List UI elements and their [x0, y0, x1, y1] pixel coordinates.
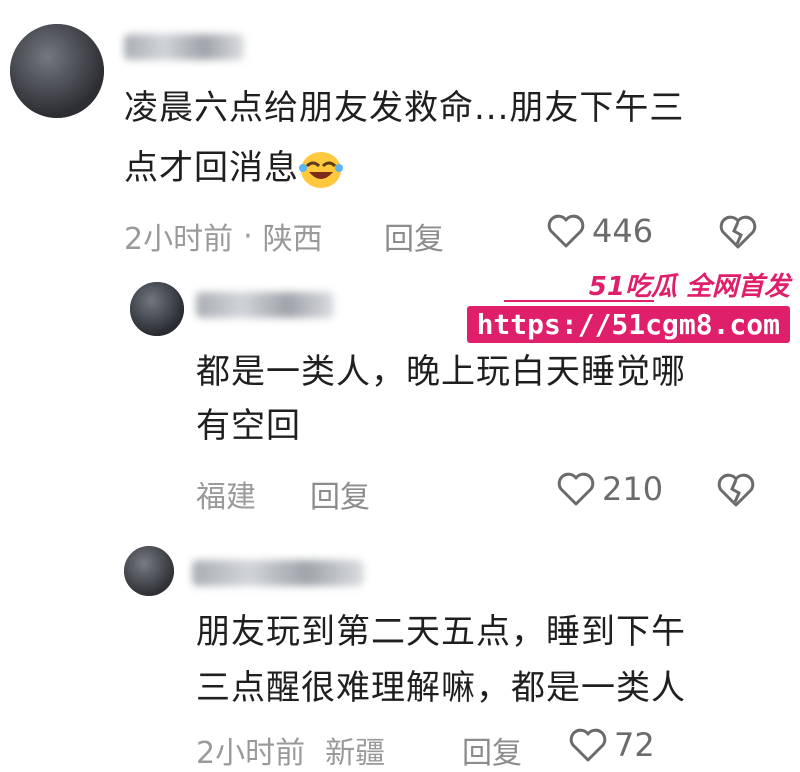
- broken-heart-icon[interactable]: [716, 472, 756, 508]
- avatar[interactable]: [124, 546, 174, 596]
- comment-text: 朋友玩到第二天五点，睡到下午: [196, 606, 686, 658]
- comment-meta: 2小时前 · 陕西: [124, 214, 323, 258]
- username-blurred[interactable]: [196, 292, 334, 318]
- like-count: 210: [602, 470, 664, 508]
- comment-text: 有空回: [196, 400, 301, 452]
- reply-button[interactable]: 回复: [310, 472, 370, 516]
- watermark-divider: [504, 300, 654, 302]
- broken-heart-icon[interactable]: [718, 214, 758, 250]
- like-button[interactable]: 210: [556, 470, 663, 508]
- like-button[interactable]: 446: [546, 212, 653, 250]
- comment-text-line-1: 凌晨六点给朋友发救命...朋友下午三: [124, 88, 685, 128]
- comment-location: 福建: [196, 480, 256, 515]
- comment-location: 新疆: [325, 736, 386, 771]
- comment-text-line-2: 三点醒很难理解嘛，都是一类人: [196, 668, 686, 708]
- reply-button[interactable]: 回复: [384, 214, 444, 258]
- comment-text-line-2: 点才回消息: [124, 148, 299, 188]
- comment-text: 都是一类人，晚上玩白天睡觉哪: [196, 346, 686, 398]
- heart-outline-icon: [557, 472, 595, 506]
- avatar[interactable]: [10, 24, 104, 118]
- comment-meta: 2小时前 新疆: [196, 728, 385, 772]
- watermark: 51吃瓜 全网首发 https://51cgm8.com: [466, 266, 794, 346]
- comment-text-line-1: 都是一类人，晚上玩白天睡觉哪: [196, 352, 686, 392]
- heart-outline-icon: [547, 214, 585, 248]
- like-count: 446: [592, 212, 654, 250]
- comment-time: 2小时前: [196, 736, 306, 771]
- like-count: 72: [614, 726, 655, 764]
- avatar[interactable]: [130, 282, 184, 336]
- reply-button[interactable]: 回复: [462, 728, 522, 772]
- laughing-crying-emoji-icon: [299, 150, 343, 190]
- heart-outline-icon: [569, 728, 607, 762]
- username-blurred[interactable]: [124, 34, 244, 60]
- comment-text-line-2: 有空回: [196, 406, 301, 446]
- username-blurred[interactable]: [192, 560, 364, 586]
- comment-text: 凌晨六点给朋友发救命...朋友下午三: [124, 82, 684, 134]
- watermark-brand: 51吃瓜 全网首发: [588, 272, 790, 302]
- meta-separator: ·: [243, 218, 253, 254]
- comment-meta: 福建: [196, 472, 256, 516]
- comment-text: 点才回消息: [124, 142, 343, 194]
- comment-time: 2小时前: [124, 222, 234, 257]
- comment-text-line-1: 朋友玩到第二天五点，睡到下午: [196, 612, 686, 652]
- like-button[interactable]: 72: [568, 726, 655, 764]
- watermark-url: https://51cgm8.com: [466, 306, 790, 343]
- comment-location: 陕西: [262, 222, 323, 257]
- comment-text: 三点醒很难理解嘛，都是一类人: [196, 662, 686, 714]
